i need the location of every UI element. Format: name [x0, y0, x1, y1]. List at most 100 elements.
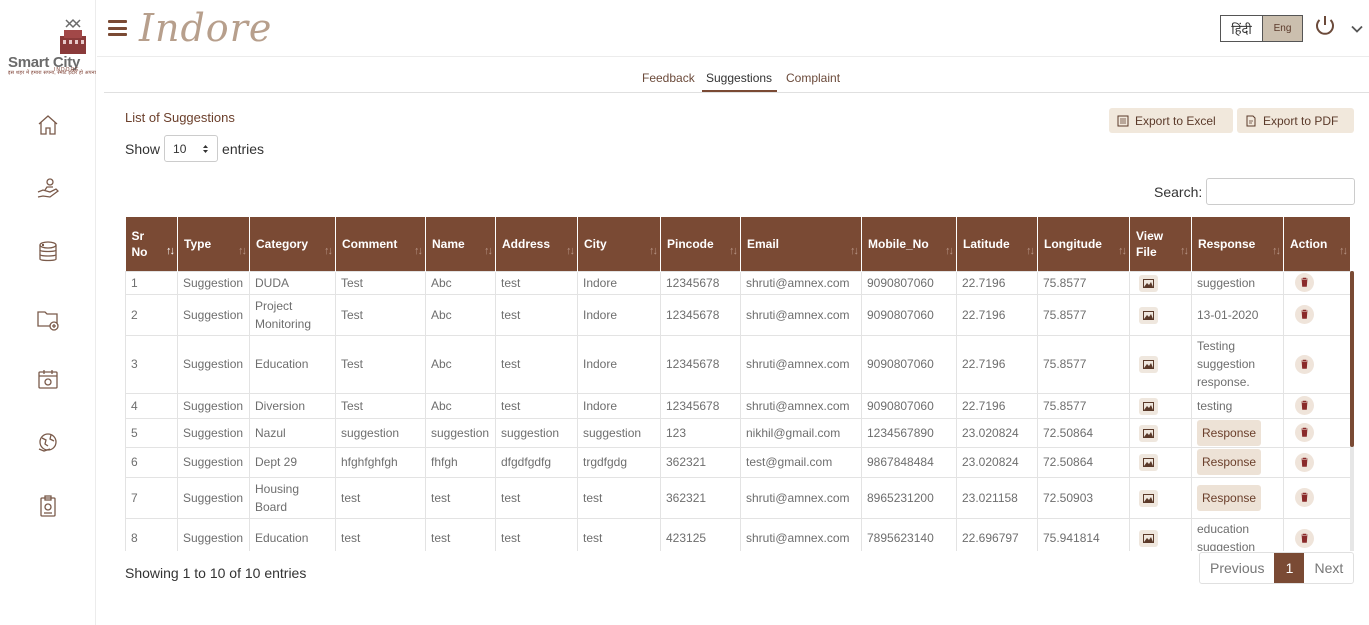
smart-city-logo[interactable]: Smart City INDORE इस शहर में हमारा सपना,…	[6, 14, 96, 84]
delete-icon[interactable]	[1295, 396, 1314, 416]
delete-icon[interactable]	[1295, 528, 1314, 548]
col-header-view-file[interactable]: View File ↑↓	[1129, 217, 1192, 271]
cell-mobile: 9090807060	[861, 270, 957, 295]
cell-view-file	[1129, 334, 1192, 394]
cell-response: Testing suggestion response.	[1191, 334, 1284, 394]
export-excel-label: Export to Excel	[1135, 113, 1216, 128]
tab-suggestions[interactable]: Suggestions	[706, 71, 772, 85]
image-icon[interactable]	[1139, 397, 1158, 415]
cell-response: 13-01-2020	[1191, 293, 1284, 336]
table-row: 6 Suggestion Dept 29 hfghfghfgh fhfgh dfgdfgd…	[125, 446, 1351, 478]
col-header-comment[interactable]: Comment ↑↓	[335, 217, 426, 271]
cell-lng: 75.8577	[1037, 270, 1130, 295]
image-icon[interactable]	[1139, 489, 1158, 507]
export-pdf-button[interactable]: Export to PDF	[1237, 108, 1354, 133]
cell-view-file	[1129, 417, 1192, 448]
cell-name: test	[425, 517, 496, 551]
cell-sr: 3	[125, 334, 178, 394]
delete-icon[interactable]	[1295, 452, 1314, 472]
cell-name: Abc	[425, 293, 496, 336]
delete-icon[interactable]	[1295, 488, 1314, 508]
table-row: 3 Suggestion Education Test Abc test Indore 123…	[125, 334, 1351, 394]
previous-button[interactable]: Previous	[1200, 553, 1274, 583]
scrollbar-thumb[interactable]	[1350, 271, 1354, 447]
response-button[interactable]: Response	[1197, 419, 1262, 446]
calendar-icon[interactable]	[36, 367, 60, 391]
image-icon[interactable]	[1139, 530, 1158, 548]
cell-lat: 22.7196	[956, 270, 1038, 295]
cell-sr: 8	[125, 517, 178, 551]
delete-icon[interactable]	[1295, 423, 1314, 443]
folder-add-icon[interactable]	[36, 307, 60, 331]
page-1-button[interactable]: 1	[1274, 553, 1305, 583]
cell-address: test	[495, 270, 578, 295]
image-icon[interactable]	[1139, 274, 1158, 292]
cell-city: suggestion	[577, 417, 661, 448]
clipboard-icon[interactable]	[36, 494, 60, 518]
col-header-address[interactable]: Address ↑↓	[495, 217, 578, 271]
cell-email: shruti@amnex.com	[740, 270, 862, 295]
hand-giving-icon[interactable]	[36, 177, 60, 201]
cell-comment: test	[335, 476, 426, 519]
menu-toggle-icon[interactable]	[108, 20, 127, 36]
delete-icon[interactable]	[1295, 273, 1314, 293]
tab-feedback[interactable]: Feedback	[642, 71, 695, 85]
sort-icon: ↑↓	[945, 244, 954, 257]
cell-email: shruti@amnex.com	[740, 334, 862, 394]
cell-city: Indore	[577, 392, 661, 419]
col-header-category[interactable]: Category ↑↓	[249, 217, 336, 271]
cell-name: Abc	[425, 270, 496, 295]
cell-action	[1283, 392, 1351, 419]
col-header-action[interactable]: Action ↑↓	[1283, 217, 1351, 271]
suggestions-table: Sr No ↑↓ Type ↑↓ Category ↑↓ Comment ↑↓ Name…	[125, 217, 1351, 551]
image-icon[interactable]	[1139, 454, 1158, 472]
cell-comment: suggestion	[335, 417, 426, 448]
delete-icon[interactable]	[1295, 305, 1314, 325]
suggestions-table-container: Sr No ↑↓ Type ↑↓ Category ↑↓ Comment ↑↓ Name…	[125, 217, 1355, 551]
chevron-down-icon[interactable]	[1350, 22, 1364, 36]
entries-select[interactable]: 10	[164, 135, 219, 162]
cell-sr: 4	[125, 392, 178, 419]
cell-response: education suggestion	[1191, 517, 1284, 551]
database-icon[interactable]	[36, 240, 60, 264]
cell-lng: 72.50864	[1037, 446, 1130, 478]
delete-icon[interactable]	[1295, 354, 1314, 374]
image-icon[interactable]	[1139, 306, 1158, 324]
search-label: Search:	[1154, 184, 1203, 200]
cell-comment: Test	[335, 293, 426, 336]
table-scrollbar[interactable]	[1350, 271, 1354, 551]
home-icon[interactable]	[36, 113, 60, 137]
col-header-response[interactable]: Response ↑↓	[1191, 217, 1284, 271]
col-header-email[interactable]: Email ↑↓	[740, 217, 862, 271]
cell-lng: 75.941814	[1037, 517, 1130, 551]
cell-pincode: 362321	[660, 476, 741, 519]
col-header-mobile-no[interactable]: Mobile_No ↑↓	[861, 217, 957, 271]
top-header: Indore हिंदी Eng	[97, 0, 1369, 57]
response-button[interactable]: Response	[1197, 484, 1262, 511]
cell-view-file	[1129, 446, 1192, 478]
response-button[interactable]: Response	[1197, 449, 1262, 475]
cell-mobile: 9090807060	[861, 392, 957, 419]
image-icon[interactable]	[1139, 424, 1158, 442]
search-input[interactable]	[1206, 178, 1355, 205]
col-header-sr-no[interactable]: Sr No ↑↓	[125, 217, 178, 271]
cell-name: test	[425, 476, 496, 519]
col-header-city[interactable]: City ↑↓	[577, 217, 661, 271]
cell-view-file	[1129, 476, 1192, 519]
cell-lat: 22.7196	[956, 392, 1038, 419]
export-excel-button[interactable]: Export to Excel	[1109, 108, 1233, 133]
lang-english-button[interactable]: Eng	[1262, 16, 1302, 41]
image-icon[interactable]	[1139, 356, 1158, 374]
col-header-name[interactable]: Name ↑↓	[425, 217, 496, 271]
col-header-pincode[interactable]: Pincode ↑↓	[660, 217, 741, 271]
cell-city: trgdfgdg	[577, 446, 661, 478]
cell-comment: hfghfghfgh	[335, 446, 426, 478]
next-button[interactable]: Next	[1304, 553, 1353, 583]
col-header-type[interactable]: Type ↑↓	[177, 217, 250, 271]
col-header-longitude[interactable]: Longitude ↑↓	[1037, 217, 1130, 271]
power-icon[interactable]	[1313, 14, 1337, 38]
lang-hindi-button[interactable]: हिंदी	[1221, 16, 1262, 41]
col-header-latitude[interactable]: Latitude ↑↓	[956, 217, 1038, 271]
tab-complaint[interactable]: Complaint	[786, 71, 840, 85]
globe-hand-icon[interactable]	[36, 431, 60, 455]
